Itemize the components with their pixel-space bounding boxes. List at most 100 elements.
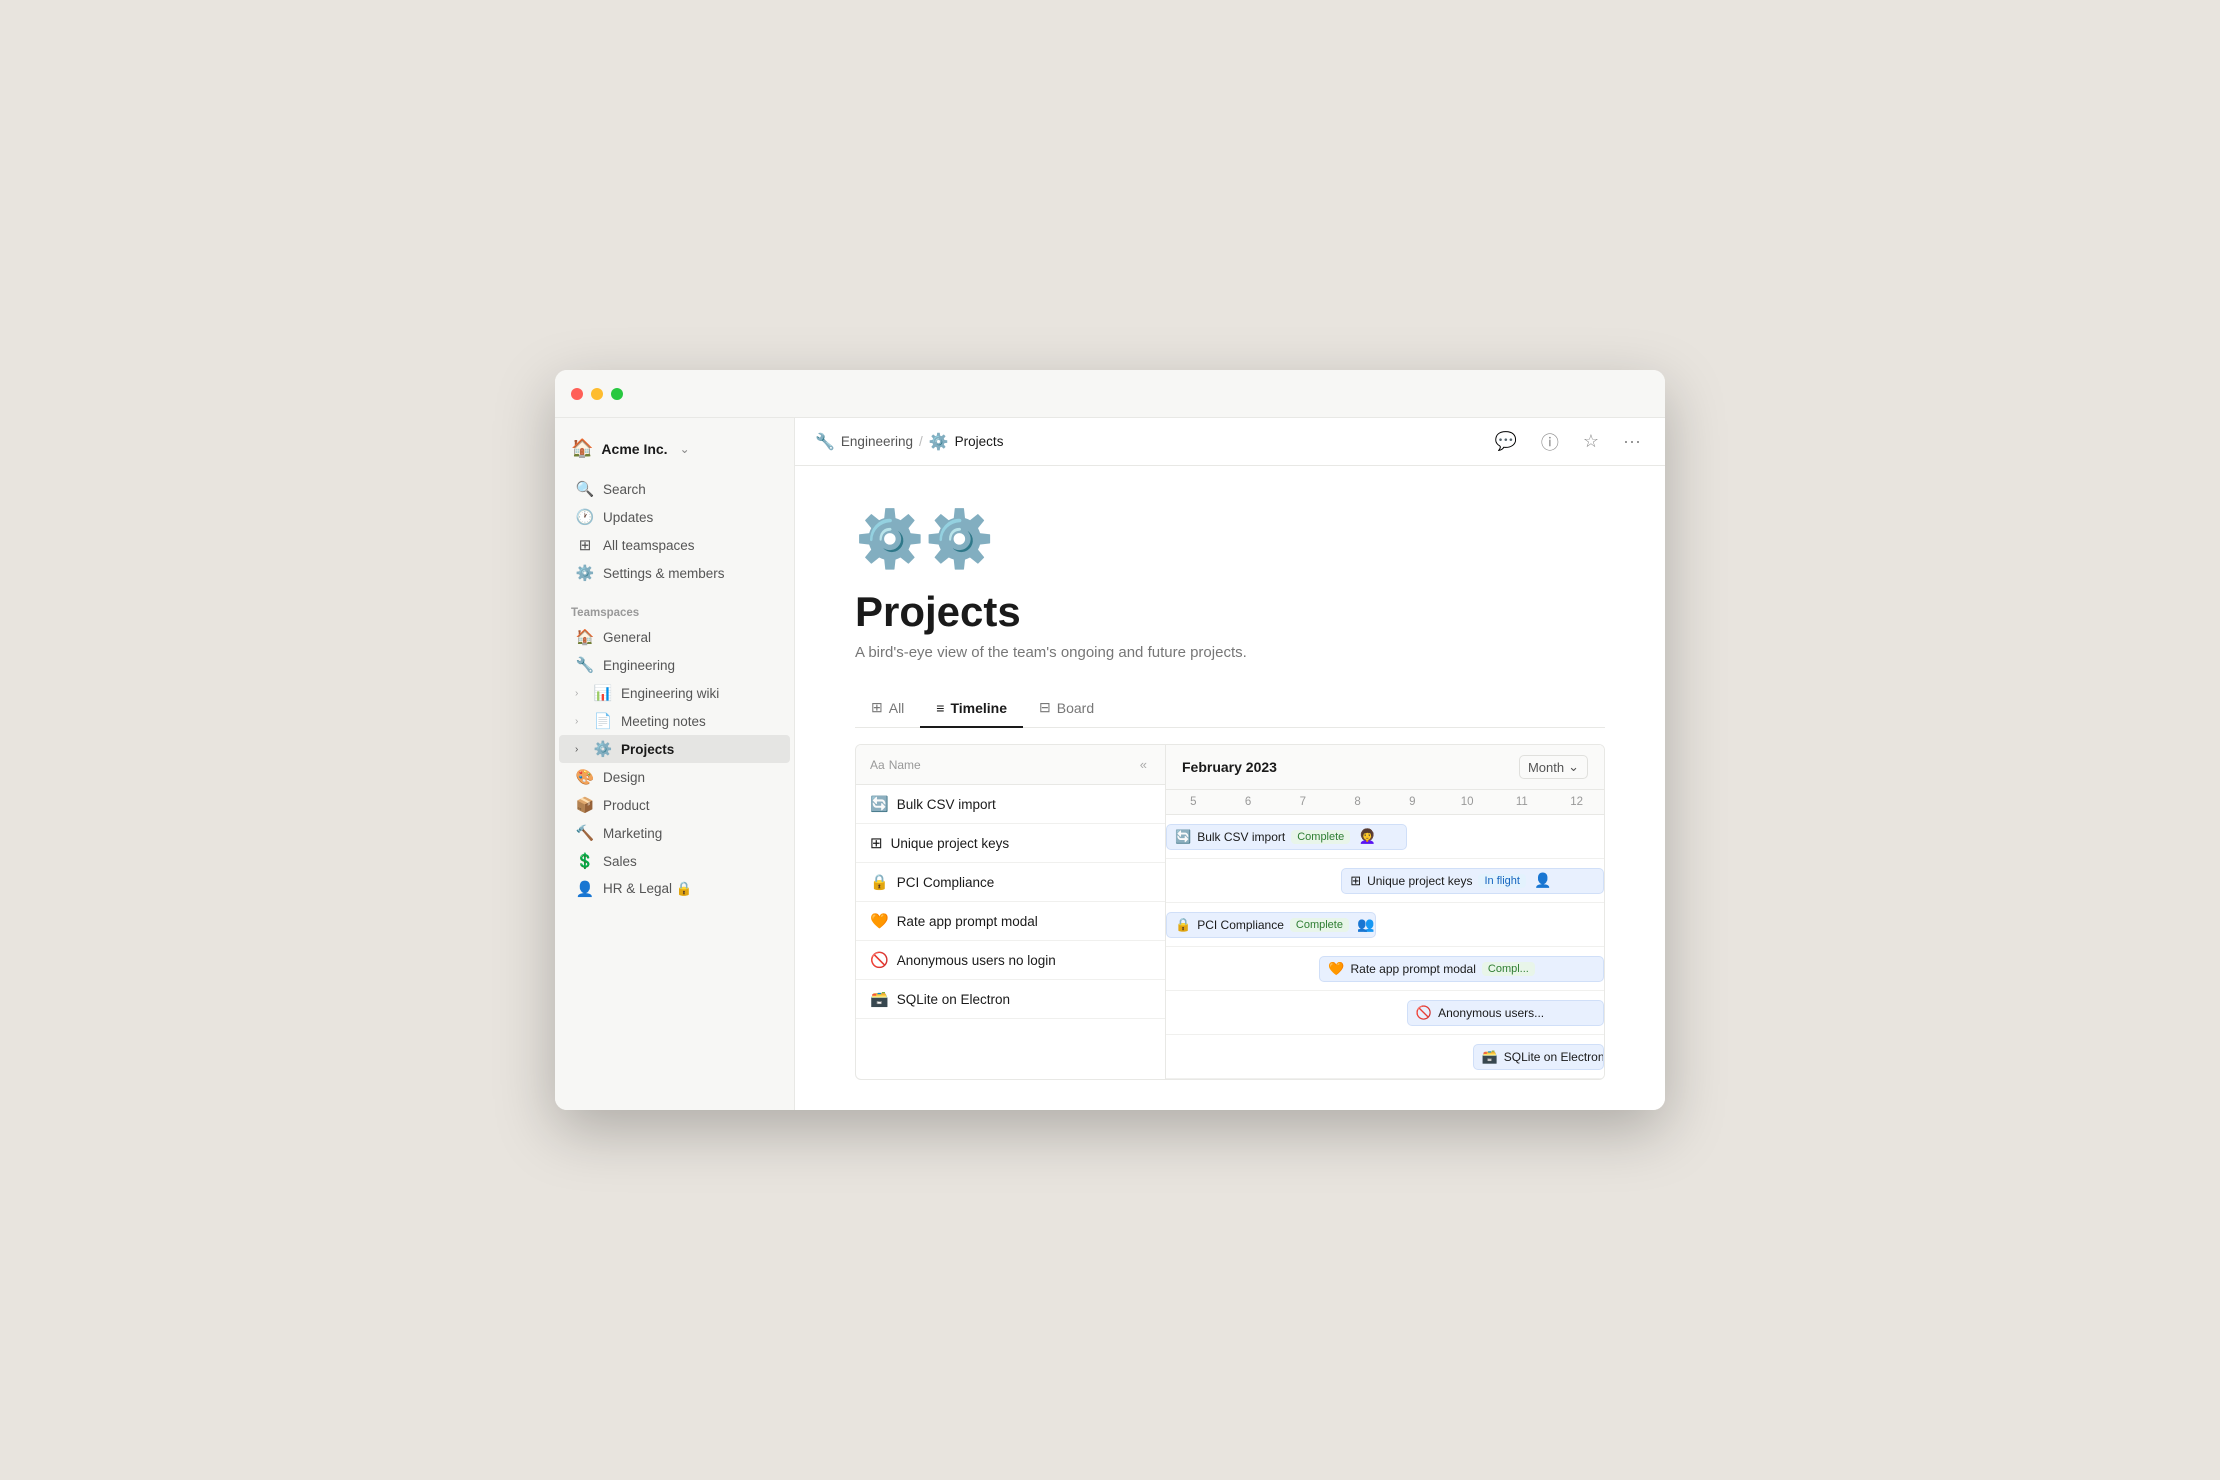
sidebar-item-meeting-notes[interactable]: › 📄 Meeting notes	[559, 707, 790, 735]
row-label: Rate app prompt modal	[897, 914, 1038, 929]
clock-icon: 🕐	[575, 508, 595, 526]
timeline-row[interactable]: ⊞Unique project keysIn flight👤	[1166, 859, 1604, 903]
date-cell: 11	[1495, 796, 1550, 808]
more-button[interactable]: ···	[1619, 427, 1645, 456]
bar-label: Rate app prompt modal	[1350, 962, 1475, 976]
timeline-row[interactable]: 🗃️SQLite on ElectronPl...	[1166, 1035, 1604, 1079]
sidebar-item-label: Settings & members	[603, 566, 725, 581]
workspace-selector[interactable]: 🏠 Acme Inc. ⌄	[555, 430, 794, 467]
breadcrumb-current-icon: ⚙️	[929, 432, 949, 452]
timeline-row[interactable]: 🚫Anonymous users...	[1166, 991, 1604, 1035]
sidebar-item-settings[interactable]: ⚙️ Settings & members	[559, 559, 790, 587]
month-selector[interactable]: Month ⌄	[1519, 755, 1588, 779]
sidebar-item-teamspaces[interactable]: ⊞ All teamspaces	[559, 531, 790, 559]
bar-label: SQLite on Electron	[1504, 1050, 1604, 1064]
sidebar-item-engineering[interactable]: 🔧 Engineering	[559, 651, 790, 679]
table-row[interactable]: ⊞ Unique project keys	[856, 824, 1165, 863]
table-icon: 📊	[593, 684, 613, 702]
sidebar-item-design[interactable]: 🎨 Design	[559, 763, 790, 791]
row-icon: 🔒	[870, 873, 889, 891]
sidebar-item-label: HR & Legal 🔒	[603, 881, 693, 897]
date-cell: 12	[1549, 796, 1604, 808]
collapse-button[interactable]: «	[1136, 755, 1151, 774]
home-icon: 🏠	[575, 628, 595, 646]
sidebar-item-label: Search	[603, 482, 646, 497]
topbar-actions: 💬 ⓘ ☆ ···	[1490, 425, 1645, 459]
table-row[interactable]: 🧡 Rate app prompt modal	[856, 902, 1165, 941]
sidebar-item-hr-legal[interactable]: 👤 HR & Legal 🔒	[559, 875, 790, 903]
timeline-bar[interactable]: ⊞Unique project keysIn flight👤	[1341, 868, 1604, 894]
page-description: A bird's-eye view of the team's ongoing …	[855, 644, 1605, 661]
row-icon: 🚫	[870, 951, 889, 969]
sidebar-item-sales[interactable]: 💲 Sales	[559, 847, 790, 875]
name-column-label: Name	[889, 758, 921, 772]
sidebar-item-label: General	[603, 630, 651, 645]
favorite-button[interactable]: ☆	[1579, 427, 1603, 456]
sidebar-item-eng-wiki[interactable]: › 📊 Engineering wiki	[559, 679, 790, 707]
close-button[interactable]	[571, 388, 583, 400]
minimize-button[interactable]	[591, 388, 603, 400]
person-icon: 👤	[575, 880, 595, 898]
info-button[interactable]: ⓘ	[1537, 425, 1563, 459]
sidebar-item-search[interactable]: 🔍 Search	[559, 475, 790, 503]
row-label: Anonymous users no login	[897, 953, 1056, 968]
all-icon: ⊞	[871, 699, 883, 716]
row-icon: 🗃️	[870, 990, 889, 1008]
wrench-icon: 🔧	[575, 656, 595, 674]
date-cell: 5	[1166, 796, 1221, 808]
bar-icon: 🚫	[1416, 1005, 1432, 1021]
search-icon: 🔍	[575, 480, 595, 498]
row-label: PCI Compliance	[897, 875, 995, 890]
sidebar-item-projects[interactable]: › ⚙️ Projects	[559, 735, 790, 763]
tab-label: Timeline	[950, 700, 1007, 716]
table-row[interactable]: 🚫 Anonymous users no login	[856, 941, 1165, 980]
traffic-lights	[571, 388, 623, 400]
bar-label: PCI Compliance	[1197, 918, 1284, 932]
date-cell: 8	[1330, 796, 1385, 808]
timeline-bar[interactable]: 🔄Bulk CSV importComplete👩‍🦱	[1166, 824, 1407, 850]
sidebar-item-product[interactable]: 📦 Product	[559, 791, 790, 819]
timeline-bar[interactable]: 🔒PCI ComplianceComplete👥	[1166, 912, 1376, 938]
sidebar-item-label: Updates	[603, 510, 653, 525]
table-row[interactable]: 🔄 Bulk CSV import	[856, 785, 1165, 824]
timeline-bar[interactable]: 🧡Rate app prompt modalCompl...	[1319, 956, 1604, 982]
breadcrumb-section[interactable]: Engineering	[841, 434, 913, 449]
sidebar-item-marketing[interactable]: 🔨 Marketing	[559, 819, 790, 847]
timeline-bar[interactable]: 🗃️SQLite on ElectronPl...	[1473, 1044, 1604, 1070]
sidebar: 🏠 Acme Inc. ⌄ 🔍 Search 🕐 Updates ⊞ All t…	[555, 418, 795, 1110]
sidebar-item-label: Design	[603, 770, 645, 785]
box-icon: 📦	[575, 796, 595, 814]
timeline-row[interactable]: 🔒PCI ComplianceComplete👥	[1166, 903, 1604, 947]
timeline-month-year: February 2023	[1182, 759, 1277, 775]
bar-label: Unique project keys	[1367, 874, 1472, 888]
status-badge: Compl...	[1482, 962, 1535, 976]
sidebar-item-general[interactable]: 🏠 General	[559, 623, 790, 651]
breadcrumb-current: Projects	[955, 434, 1004, 449]
sidebar-nav: 🔍 Search 🕐 Updates ⊞ All teamspaces ⚙️ S…	[555, 467, 794, 595]
gear-icon: ⚙️	[575, 564, 595, 582]
tab-board[interactable]: ⊟ Board	[1023, 689, 1110, 728]
comment-button[interactable]: 💬	[1490, 427, 1520, 456]
database-rows: 🔄 Bulk CSV import ⊞ Unique project keys …	[856, 785, 1165, 1079]
timeline-icon: ≡	[936, 700, 944, 716]
date-cell: 10	[1440, 796, 1495, 808]
table-row[interactable]: 🔒 PCI Compliance	[856, 863, 1165, 902]
timeline-row[interactable]: 🔄Bulk CSV importComplete👩‍🦱	[1166, 815, 1604, 859]
grid-icon: ⊞	[575, 536, 595, 554]
dollar-icon: 💲	[575, 852, 595, 870]
database-timeline: February 2023 Month ⌄ 5 6 7 8 9	[1166, 745, 1604, 1079]
sidebar-item-label: All teamspaces	[603, 538, 695, 553]
tab-all[interactable]: ⊞ All	[855, 689, 920, 728]
sidebar-item-label: Engineering	[603, 658, 675, 673]
maximize-button[interactable]	[611, 388, 623, 400]
sidebar-item-label: Projects	[621, 742, 674, 757]
tab-timeline[interactable]: ≡ Timeline	[920, 690, 1023, 728]
document-icon: 📄	[593, 712, 613, 730]
tab-label: All	[889, 700, 905, 716]
sidebar-item-updates[interactable]: 🕐 Updates	[559, 503, 790, 531]
view-tabs: ⊞ All ≡ Timeline ⊟ Board	[855, 689, 1605, 728]
name-column-header: Aa Name	[870, 758, 921, 772]
table-row[interactable]: 🗃️ SQLite on Electron	[856, 980, 1165, 1019]
timeline-bar[interactable]: 🚫Anonymous users...	[1407, 1000, 1604, 1026]
timeline-row[interactable]: 🧡Rate app prompt modalCompl...	[1166, 947, 1604, 991]
